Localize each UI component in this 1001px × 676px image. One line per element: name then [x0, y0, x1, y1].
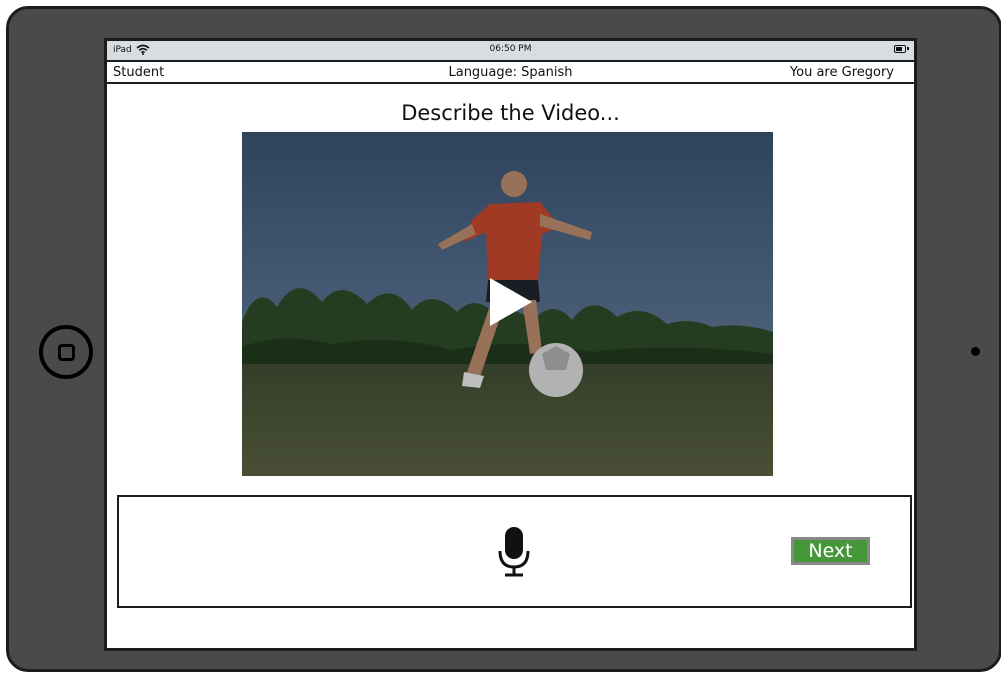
status-time: 06:50 PM	[489, 44, 532, 54]
page-title: Describe the Video...	[401, 101, 620, 125]
screen: iPad 06:50 PM Student Language: Spanish …	[104, 38, 917, 651]
status-bar: iPad 06:50 PM	[107, 41, 914, 60]
home-button[interactable]	[39, 325, 93, 379]
camera-dot	[971, 347, 980, 356]
record-panel: Next	[117, 495, 912, 608]
nav-bar: Student Language: Spanish You are Gregor…	[107, 60, 914, 84]
video-player[interactable]	[242, 132, 773, 476]
nav-user-label: You are Gregory	[789, 65, 894, 80]
next-button[interactable]: Next	[791, 537, 870, 565]
home-button-icon	[57, 343, 75, 361]
microphone-icon[interactable]	[497, 527, 531, 577]
battery-icon	[894, 45, 909, 53]
play-icon[interactable]	[490, 278, 532, 326]
